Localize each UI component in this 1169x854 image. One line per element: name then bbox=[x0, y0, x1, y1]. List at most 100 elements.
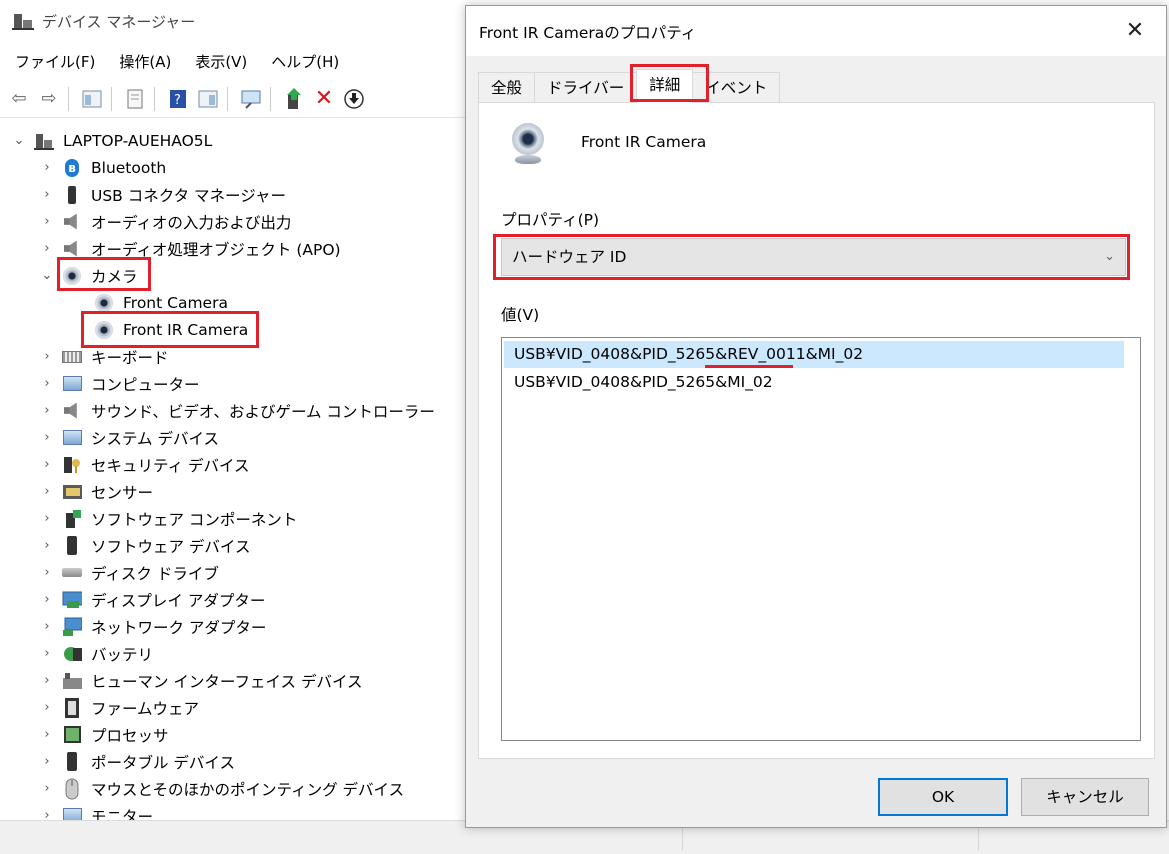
chevron-right-icon[interactable]: › bbox=[40, 673, 54, 688]
toolbar-separator bbox=[111, 86, 112, 111]
list-item[interactable]: USB¥VID_0408&PID_5265&MI_02 bbox=[504, 369, 1124, 396]
tree-item-security-devices[interactable]: › セキュリティ デバイス bbox=[40, 451, 250, 478]
tree-item-sound-video[interactable]: › サウンド、ビデオ、およびゲーム コントローラー bbox=[40, 397, 435, 424]
back-arrow-icon[interactable]: ⇦ bbox=[6, 86, 32, 112]
highlight-front-ir-camera bbox=[81, 311, 259, 348]
tree-item-software-devices[interactable]: › ソフトウェア デバイス bbox=[40, 532, 250, 559]
tree-item-computer[interactable]: › コンピューター bbox=[40, 370, 199, 397]
list-item-selected[interactable]: USB¥VID_0408&PID_5265&REV_0011&MI_02 bbox=[504, 341, 1124, 368]
details-panel: Front IR Camera プロパティ(P) ハードウェア ID ⌄ 値(V… bbox=[478, 102, 1155, 759]
chevron-right-icon[interactable]: › bbox=[40, 619, 54, 634]
chevron-right-icon[interactable]: › bbox=[40, 160, 54, 175]
ok-button[interactable]: OK bbox=[878, 778, 1008, 816]
tree-item-label: モニター bbox=[91, 807, 154, 821]
tree-item-label: オーディオの入力および出力 bbox=[91, 213, 292, 232]
tree-item-firmware[interactable]: › ファームウェア bbox=[40, 694, 199, 721]
tree-item-sensors[interactable]: › センサー bbox=[40, 478, 153, 505]
tab-general[interactable]: 全般 bbox=[478, 72, 536, 103]
device-tree: ⌄ LAPTOP-AUEHAO5L › ʙ Bluetooth › USB コネクタ … bbox=[0, 124, 470, 820]
tree-item-mice[interactable]: › マウスとそのほかのポインティング デバイス bbox=[40, 775, 404, 802]
tree-root[interactable]: ⌄ LAPTOP-AUEHAO5L bbox=[12, 127, 212, 154]
menu-action[interactable]: 操作(A) bbox=[107, 48, 183, 76]
tree-item-portable-devices[interactable]: › ポータブル デバイス bbox=[40, 748, 235, 775]
properties-sheet-icon[interactable] bbox=[79, 86, 105, 112]
chevron-right-icon[interactable]: › bbox=[40, 241, 54, 256]
drive-icon bbox=[62, 563, 82, 583]
tree-item-bluetooth[interactable]: › ʙ Bluetooth bbox=[40, 154, 166, 181]
chevron-right-icon[interactable]: › bbox=[40, 565, 54, 580]
chevron-right-icon[interactable]: › bbox=[40, 214, 54, 229]
tree-item-network-adapters[interactable]: › ネットワーク アダプター bbox=[40, 613, 266, 640]
help-icon[interactable]: ? bbox=[165, 86, 191, 112]
tree-item-label: ヒューマン インターフェイス デバイス bbox=[91, 672, 363, 691]
tree-item-software-components[interactable]: › ソフトウェア コンポーネント bbox=[40, 505, 297, 532]
chevron-right-icon[interactable]: › bbox=[40, 700, 54, 715]
highlight-rev-underline bbox=[705, 365, 793, 368]
menu-help[interactable]: ヘルプ(H) bbox=[259, 48, 351, 76]
sensor-icon bbox=[62, 482, 82, 502]
value-list[interactable]: USB¥VID_0408&PID_5265&REV_0011&MI_02 USB… bbox=[501, 337, 1141, 741]
tree-item-battery[interactable]: › バッテリ bbox=[40, 640, 153, 667]
uninstall-device-icon[interactable]: ✕ bbox=[311, 86, 337, 112]
portable-icon bbox=[62, 752, 82, 772]
tree-item-usb-connector[interactable]: › USB コネクタ マネージャー bbox=[40, 181, 286, 208]
tree-item-label: ディスク ドライブ bbox=[91, 564, 219, 583]
svg-text:?: ? bbox=[174, 93, 181, 108]
chevron-right-icon[interactable]: › bbox=[40, 511, 54, 526]
tree-item-display-adapters[interactable]: › ディスプレイ アダプター bbox=[40, 586, 265, 613]
chevron-right-icon[interactable]: › bbox=[40, 646, 54, 661]
chevron-right-icon[interactable]: › bbox=[40, 430, 54, 445]
chevron-down-icon[interactable]: ⌄ bbox=[12, 133, 26, 148]
tree-item-monitors[interactable]: › モニター bbox=[40, 802, 153, 820]
speaker-icon bbox=[62, 239, 82, 259]
scan-hardware-icon[interactable] bbox=[238, 86, 264, 112]
monitor-icon bbox=[62, 806, 82, 820]
status-divider bbox=[682, 825, 683, 850]
firmware-icon bbox=[62, 697, 82, 718]
status-divider bbox=[978, 825, 979, 850]
chevron-right-icon[interactable]: › bbox=[40, 781, 54, 796]
tree-item-label: USB コネクタ マネージャー bbox=[91, 186, 286, 205]
menu-file[interactable]: ファイル(F) bbox=[0, 48, 107, 76]
dialog-title-bar: Front IR Cameraのプロパティ ✕ bbox=[466, 6, 1166, 56]
bluetooth-icon: ʙ bbox=[62, 158, 82, 178]
chevron-right-icon[interactable]: › bbox=[40, 727, 54, 742]
tree-item-system-devices[interactable]: › システム デバイス bbox=[40, 424, 219, 451]
window-title: デバイス マネージャー bbox=[42, 12, 196, 31]
property-label: プロパティ(P) bbox=[501, 211, 600, 229]
tree-item-audio-io[interactable]: › オーディオの入力および出力 bbox=[40, 208, 291, 235]
tree-item-processors[interactable]: › プロセッサ bbox=[40, 721, 169, 748]
tree-item-disk-drives[interactable]: › ディスク ドライブ bbox=[40, 559, 219, 586]
update-driver-icon[interactable] bbox=[281, 86, 307, 112]
chevron-right-icon[interactable]: › bbox=[40, 376, 54, 391]
forward-arrow-icon[interactable]: ⇨ bbox=[36, 86, 62, 112]
chevron-right-icon[interactable]: › bbox=[40, 403, 54, 418]
chevron-down-icon[interactable]: ⌄ bbox=[40, 268, 54, 283]
title-bar: デバイス マネージャー bbox=[0, 0, 470, 42]
chevron-right-icon[interactable]: › bbox=[40, 187, 54, 202]
tree-item-label: Bluetooth bbox=[91, 158, 167, 177]
document-icon[interactable] bbox=[122, 86, 148, 112]
network-icon bbox=[62, 617, 82, 637]
tab-driver[interactable]: ドライバー bbox=[534, 72, 638, 103]
hid-icon bbox=[62, 671, 82, 691]
camera-icon bbox=[94, 293, 114, 313]
mouse-icon bbox=[62, 778, 82, 799]
chevron-right-icon[interactable]: › bbox=[40, 754, 54, 769]
close-icon[interactable]: ✕ bbox=[1122, 18, 1148, 44]
chevron-right-icon[interactable]: › bbox=[40, 457, 54, 472]
chevron-right-icon[interactable]: › bbox=[40, 349, 54, 364]
view-pane-icon[interactable] bbox=[195, 86, 221, 112]
properties-dialog: Front IR Cameraのプロパティ ✕ 全般 ドライバー 詳細 イベント… bbox=[465, 5, 1167, 828]
cancel-button[interactable]: キャンセル bbox=[1021, 778, 1149, 816]
menu-view[interactable]: 表示(V) bbox=[183, 48, 259, 76]
chevron-right-icon[interactable]: › bbox=[40, 592, 54, 607]
chevron-right-icon[interactable]: › bbox=[40, 538, 54, 553]
tree-item-hid[interactable]: › ヒューマン インターフェイス デバイス bbox=[40, 667, 363, 694]
chevron-right-icon[interactable]: › bbox=[40, 484, 54, 499]
tree-item-label: センサー bbox=[91, 483, 154, 502]
toolbar-separator bbox=[154, 86, 155, 111]
keyboard-icon bbox=[62, 347, 82, 367]
download-icon[interactable] bbox=[341, 86, 367, 112]
chevron-right-icon[interactable]: › bbox=[40, 808, 54, 820]
